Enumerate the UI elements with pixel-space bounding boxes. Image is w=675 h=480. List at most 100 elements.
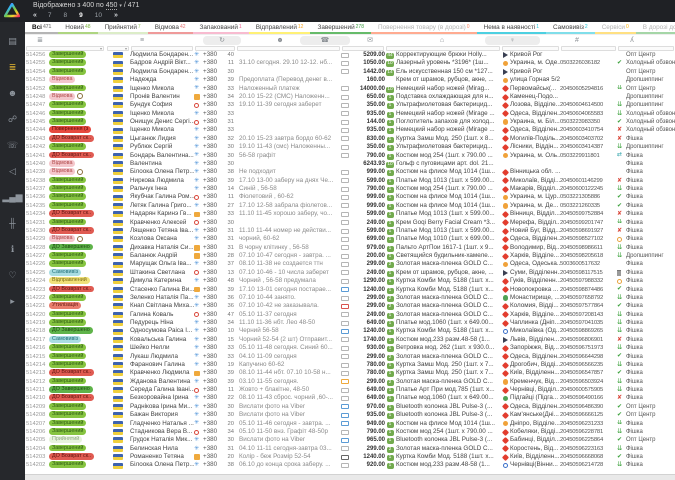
tab-sent[interactable]: Відправлений12	[249, 22, 311, 34]
comment-icon[interactable]: ✉	[363, 36, 377, 45]
table-row[interactable]: 514202ЗавершенийБілоока Олена Петр...✳+3…	[25, 461, 675, 469]
tab-out[interactable]: Нема в наявності1	[477, 22, 546, 34]
partners-icon[interactable]: ♡	[0, 262, 25, 288]
table-row[interactable]: 514228ДО ЗавершеноДихавка Наталія Си...+…	[25, 244, 675, 252]
tab-pickup[interactable]: Самовивіз2	[546, 22, 595, 34]
video-icon[interactable]: ▸	[0, 288, 25, 314]
manager-code: 38	[223, 168, 236, 176]
table-row[interactable]: 514211ДО ЗавершеноСереда Галина Івані...…	[25, 386, 675, 394]
table-row[interactable]: 514208ЗавершенийБажан Виктория✳+38030Вис…	[25, 411, 675, 419]
delivery-icon[interactable]: ʎ	[625, 36, 639, 45]
table-row[interactable]: 514234ДО Возврат ск..Надарян Каринэ Гв..…	[25, 210, 675, 218]
customers-icon[interactable]: ☻	[273, 36, 287, 45]
table-row[interactable]: 514242ЗавершенийРублюк Сергій✳+3803019.1…	[25, 143, 675, 151]
table-row[interactable]: 514216ЗавершенийШейко Нелли✳+3803305.10 …	[25, 344, 675, 352]
table-row[interactable]: 514244Повернення (зІщенко Микола✳+380339…	[25, 126, 675, 134]
shown-range-text[interactable]: Відображено з 400 по 450 ▾ / 471	[33, 2, 139, 9]
status-filter-icon[interactable]: ≣	[33, 36, 47, 45]
app-logo-icon[interactable]	[4, 3, 20, 23]
tab-services[interactable]: Сервіси0	[595, 22, 636, 34]
product-name: Крем от шрамов, рубцов, акне, ...	[395, 269, 501, 277]
tab-new[interactable]: Новий48	[58, 22, 97, 34]
table-row[interactable]: 514206ЗавершенийСтадникова Вера В...+380…	[25, 428, 675, 436]
table-row[interactable]: 514256ЗавершенийЛюдмила Бондарен...✳+380…	[25, 51, 675, 59]
table-row[interactable]: 514231ЗавершенийКравченко Алексей+380302…	[25, 219, 675, 227]
refresh-icon[interactable]: ↻	[203, 36, 241, 45]
table-row[interactable]: 514253ВідмоваНадежда✳+38039Предоплата (П…	[25, 76, 675, 84]
tab-returning[interactable]: Повернення товару (в дорозі)0	[371, 22, 477, 34]
calls-icon[interactable]: ☏	[0, 132, 25, 158]
first-page-icon[interactable]: «	[33, 12, 36, 19]
dashboard-icon[interactable]: ▤	[0, 28, 25, 54]
tab-refuse[interactable]: Відмова42	[148, 22, 193, 34]
page-10[interactable]: 10	[95, 12, 102, 19]
table-row[interactable]: 514247ЗавершенийБундук София+3803319.10 …	[25, 101, 675, 109]
table-row[interactable]: 514246ЗавершенийІщенко Микола✳+38033935.…	[25, 110, 675, 118]
table-row[interactable]: 514245ЗавершенийОнищук Денис Сергі...+38…	[25, 118, 675, 126]
table-row[interactable]: 514213ДО Возврат ск..Кравченко Людмила+3…	[25, 369, 675, 377]
info-icon[interactable]: ℹ	[0, 236, 25, 262]
table-row[interactable]: 514241ДО Возврат ск..Бондарь Валентина..…	[25, 152, 675, 160]
table-row[interactable]: 514237ЗавершенийРальчук Інна✳+38014Синій…	[25, 185, 675, 193]
table-row[interactable]: 514230ДО Возврат ск..Лященко Тетяна Іва.…	[25, 227, 675, 235]
last-page-icon[interactable]: »	[114, 12, 117, 19]
statistics-icon[interactable]: ▂▄▆	[0, 184, 25, 210]
table-row[interactable]: 514236ЗавершенийЯкубчак Галина Ром...+38…	[25, 193, 675, 201]
table-row[interactable]: 514214ЗавершенийФаранович Галина✳+38019К…	[25, 361, 675, 369]
table-row[interactable]: 514220ЗавершенийГалина Коваль+3804705.10…	[25, 311, 675, 319]
table-row[interactable]: 514255ЗавершенийБадров Андрій Вікт...✳+3…	[25, 59, 675, 67]
tab-done[interactable]: Завершений278	[310, 22, 371, 34]
table-row[interactable]: 514223ДО Возврат ск..Стасенко Галина Ви.…	[25, 286, 675, 294]
settings-icon[interactable]: ╫	[0, 210, 25, 236]
table-row[interactable]: 514222ЗавершенийЗеленко Наталія Па...✳+3…	[25, 294, 675, 302]
table-row[interactable]: 514225СамовивізШтакина Светлана+3801307.…	[25, 269, 675, 277]
table-row[interactable]: 514218ДО ЗавершеноОдносумова Раіса І...✳…	[25, 327, 675, 335]
phone-icon[interactable]: ☎	[300, 36, 350, 45]
tab-accepted[interactable]: Прийнятий7	[98, 22, 148, 34]
table-row[interactable]: 514207ЗавершенийГладченко Наталья ...✳+3…	[25, 420, 675, 428]
table-row[interactable]: 514239ВідмоваБілоока Олена Петр...✳+3803…	[25, 168, 675, 176]
tab-all[interactable]: Всі471	[25, 22, 58, 34]
table-row[interactable]: 514224ВідправленийДимула Катерина✳+38048…	[25, 277, 675, 285]
table-row[interactable]: 514221УтилізаціяКнап Світлана Миха...✳+3…	[25, 302, 675, 310]
table-row[interactable]: 514203ДО Возврат ск..Романенко Тетяна+38…	[25, 453, 675, 461]
product-icon[interactable]: ⌂	[435, 36, 449, 45]
table-row[interactable]: 514210ДО Возврат ск..Безкоровайна Ірина✳…	[25, 394, 675, 402]
announcements-icon[interactable]: ◁	[0, 158, 25, 184]
table-row[interactable]: 514209ЗавершенийРаднікова Ірина Ми...✳+3…	[25, 403, 675, 411]
table-row[interactable]: 514248ВідмоваПронів Валентин+3803420.10 …	[25, 93, 675, 101]
location-icon[interactable]: ♀	[485, 36, 540, 45]
table-row[interactable]: 514215ЗавершенийЛукаш Людмила✳+3803304.1…	[25, 353, 675, 361]
dimensions-icon[interactable]: #	[570, 36, 584, 45]
orders-list-icon[interactable]: ≡	[135, 36, 149, 45]
customers-icon[interactable]: ☻	[0, 80, 25, 106]
table-row[interactable]: 514243ДО Возврат ск..Цыганюк Лидия✳+3803…	[25, 135, 675, 143]
table-row[interactable]: 514204ЗавершенийБелинская Нила✳+3803104.…	[25, 445, 675, 453]
page-7[interactable]: 7	[48, 12, 52, 19]
product-name: Гольф с пуговицами арт. dol. 21...	[395, 160, 501, 168]
page-9[interactable]: 9	[79, 12, 83, 19]
customer-name: Надежда	[130, 76, 194, 84]
payment-icon	[341, 337, 349, 342]
table-row[interactable]: 514227ЗавершенийБаланюк Андрій+3802807.1…	[25, 252, 675, 260]
teams-icon[interactable]: ☍	[0, 106, 25, 132]
table-row[interactable]: 514238ЗавершенийНиркова Людмила✳+3803917…	[25, 177, 675, 185]
table-row[interactable]: 514226ЗавершенийМарущак Ольга Іва...✳+38…	[25, 260, 675, 268]
orders-icon[interactable]: ≣	[0, 54, 25, 80]
page-8[interactable]: 8	[64, 12, 68, 19]
table-row[interactable]: 514205ПрийнятийГрудок Наталія Мик...✳+38…	[25, 436, 675, 444]
table-row[interactable]: 514254ЗавершенийЛюдмила Бондарен...✳+380…	[25, 68, 675, 76]
table-row[interactable]: 514235ЗавершенийЛетяк Галина Григо...✳+3…	[25, 202, 675, 210]
table-row[interactable]: 514252ЗавершенийІщенко Микола✳+38033Нало…	[25, 85, 675, 93]
order-total: 6243.93	[352, 160, 385, 168]
table-row[interactable]: 514240ВідмоваВалентина✳+380306243.9310Го…	[25, 160, 675, 168]
tab-packed[interactable]: Запакований1	[193, 22, 249, 34]
tab-home[interactable]: В дорозі додому0	[636, 22, 675, 34]
table-row[interactable]: 514217СамовивізКовальська Галина✳+38015Ч…	[25, 336, 675, 344]
range-value[interactable]: 450	[106, 2, 118, 10]
payment-icon	[341, 195, 349, 200]
table-row[interactable]: 514219ЗавершенийПедурець Ніна✳+3803411.1…	[25, 319, 675, 327]
table-row[interactable]: 514212ЗавершенийЖданова Валентина✳+38039…	[25, 378, 675, 386]
table-row[interactable]: 514229ВідмоваКозлова Оксана✳+38031чорний…	[25, 235, 675, 243]
payment-cell	[341, 85, 352, 93]
